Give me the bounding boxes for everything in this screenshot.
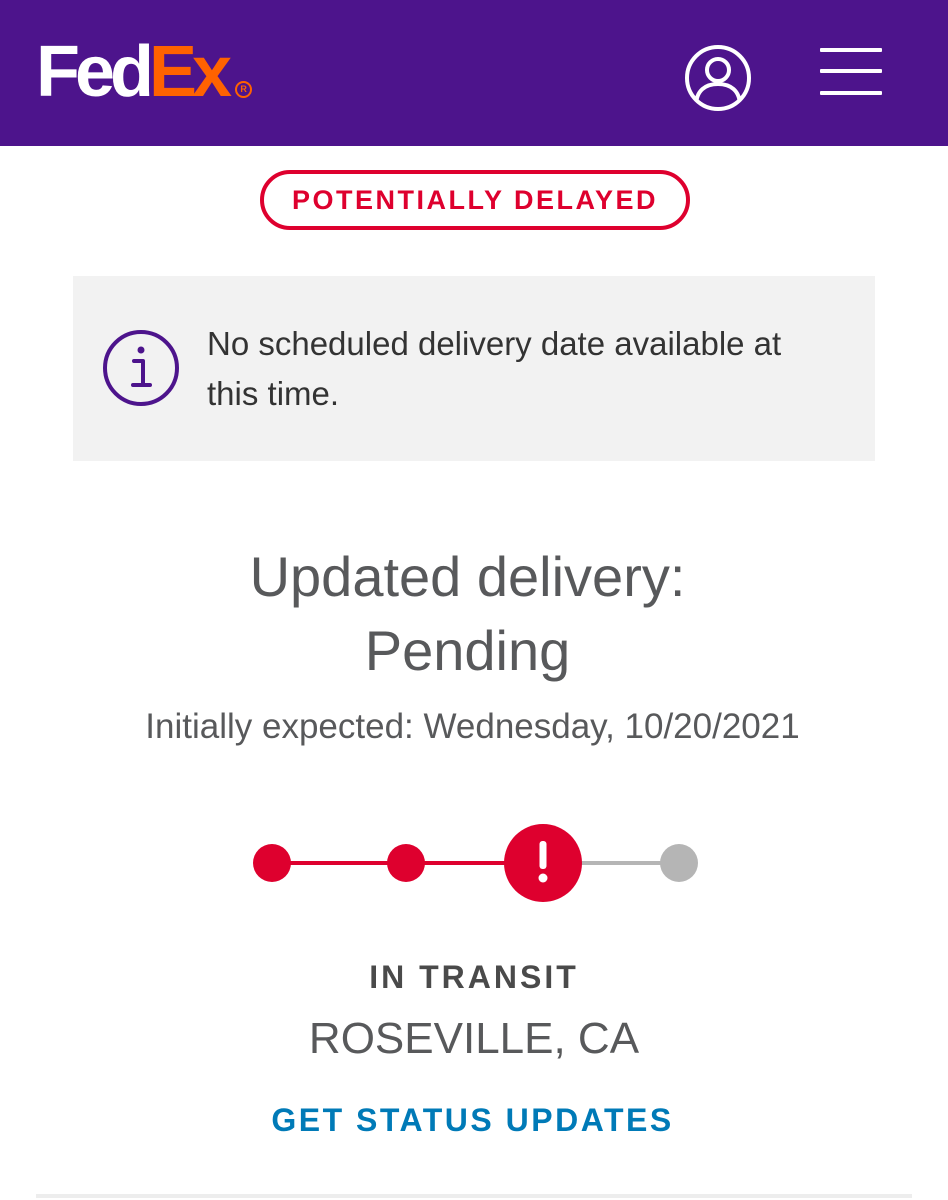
progress-tracker (253, 824, 698, 902)
user-icon (685, 45, 751, 111)
account-button[interactable] (684, 44, 752, 112)
header-bar: FedEx R (0, 0, 948, 146)
registered-mark: R (235, 81, 253, 98)
get-status-updates-link[interactable]: GET STATUS UPDATES (0, 1098, 945, 1142)
shipment-status: IN TRANSIT (369, 959, 579, 995)
updated-delivery: Updated delivery: Pending (0, 540, 935, 688)
divider (36, 1194, 912, 1198)
progress-step-pending (660, 844, 698, 882)
progress-step-complete (387, 844, 425, 882)
menu-button[interactable] (820, 48, 884, 98)
fedex-logo[interactable]: FedEx R (36, 36, 253, 108)
initially-expected: Initially expected: Wednesday, 10/20/202… (145, 707, 800, 746)
hamburger-menu-icon (820, 69, 882, 73)
hamburger-menu-icon (820, 91, 882, 95)
notice-box: No scheduled delivery date available at … (73, 276, 875, 461)
exclamation-icon-dot (538, 873, 548, 883)
logo-ex: Ex (149, 32, 232, 112)
logo-fed: Fed (36, 32, 154, 112)
info-icon (103, 330, 179, 406)
exclamation-icon (539, 841, 547, 869)
shipment-location: ROSEVILLE, CA (308, 1014, 640, 1063)
updated-delivery-label: Updated delivery: (249, 545, 686, 608)
progress-step-complete (253, 844, 291, 882)
tracking-page: FedEx R POTENTIALLY DELAYED No scheduled… (0, 0, 948, 1200)
status-badge: POTENTIALLY DELAYED (260, 170, 690, 230)
updated-delivery-value: Pending (364, 619, 571, 682)
hamburger-menu-icon (820, 48, 882, 52)
notice-text: No scheduled delivery date available at … (207, 325, 782, 412)
